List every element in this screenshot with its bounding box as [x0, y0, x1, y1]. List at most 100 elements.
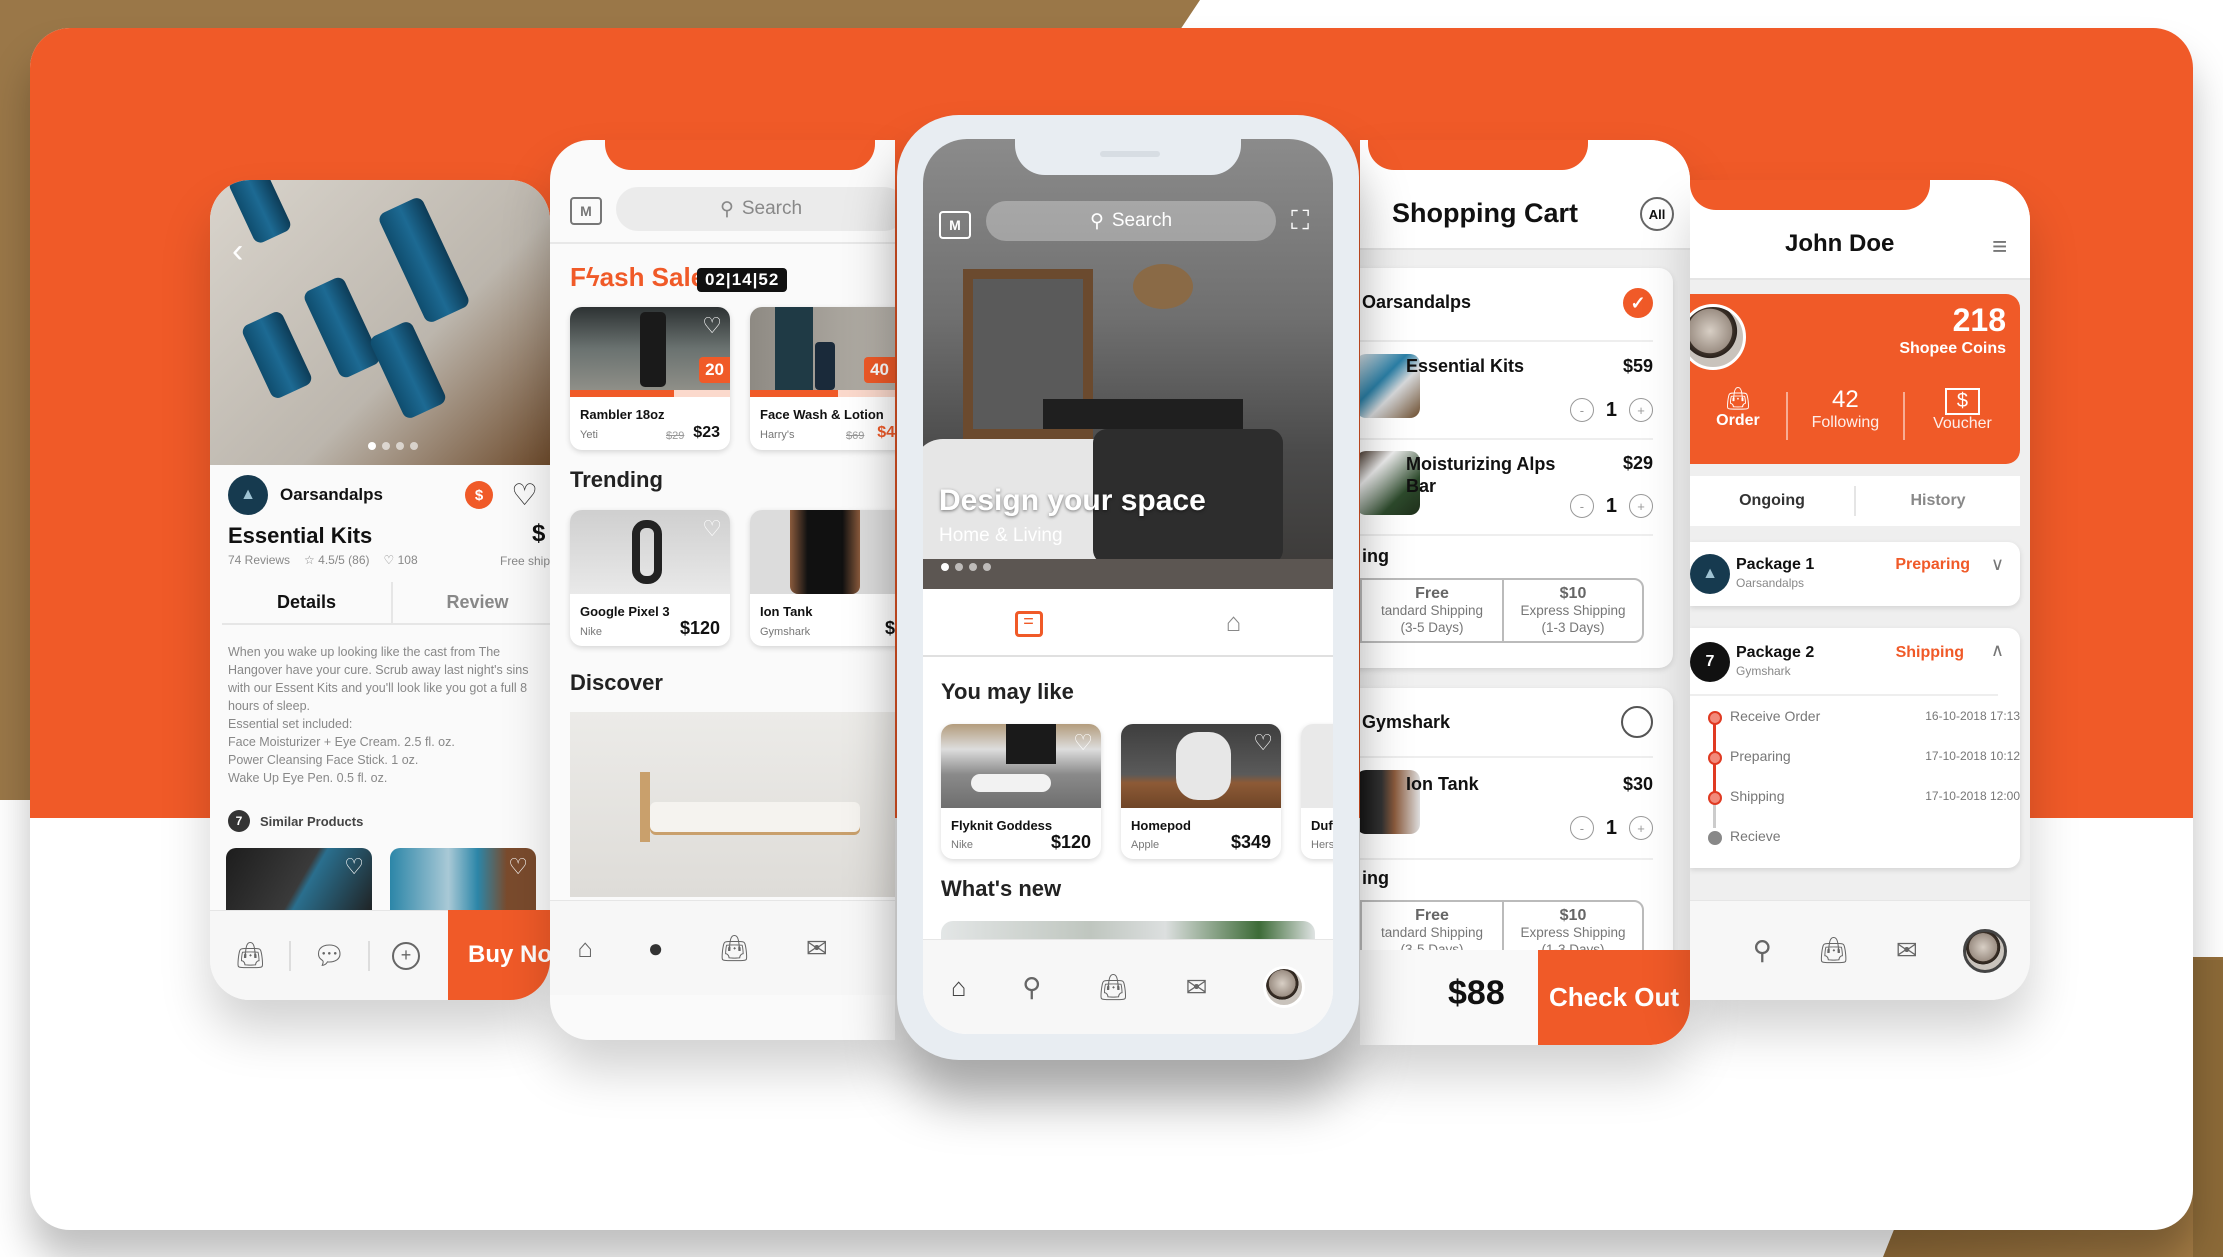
shipping-option-express[interactable]: $10Express Shipping(1-3 Days) — [1502, 580, 1642, 641]
profile-avatar-nav[interactable] — [1263, 966, 1306, 1008]
stat-voucher[interactable]: $ Voucher — [1905, 386, 2020, 446]
similar-products-label[interactable]: Similar Products — [260, 814, 363, 829]
package-title: Package 2 — [1736, 644, 1815, 661]
profile-avatar-nav[interactable] — [1963, 928, 2008, 973]
shop-logo: 7 — [1690, 642, 1730, 682]
check-out-button[interactable]: Check Out — [1538, 950, 1690, 1045]
timeline-dot — [1708, 791, 1722, 805]
store-icon[interactable]: ⌂ — [1226, 607, 1242, 655]
increase-button[interactable]: + — [1629, 816, 1653, 840]
shop-selected-checkbox[interactable]: ✓ — [1623, 288, 1653, 318]
bag-icon[interactable]: 👜︎ — [1817, 935, 1850, 966]
avatar[interactable] — [1690, 304, 1746, 370]
home-icon[interactable]: ⌂ — [577, 933, 593, 964]
search-icon[interactable]: ⚲ — [1022, 972, 1041, 1003]
timeline-row: Receive Order 16-10-2018 17:13 — [1730, 708, 2020, 724]
carousel-dot[interactable] — [410, 442, 418, 450]
shop-unselected-checkbox[interactable] — [1621, 706, 1653, 738]
recommended-item-card[interactable]: Duff Hers — [1301, 724, 1333, 859]
buy-now-button[interactable]: Buy Now — [448, 910, 550, 1000]
bag-icon[interactable]: 👜︎ — [234, 940, 267, 971]
search-input[interactable]: ⚲ Search — [986, 201, 1276, 241]
flash-item-card[interactable]: 40 Face Wash & Lotion Harry's $69 $4 — [750, 307, 895, 450]
carousel-dot[interactable] — [382, 442, 390, 450]
heart-icon[interactable]: ♡ — [508, 854, 528, 880]
you-may-like-title: You may like — [941, 679, 1074, 704]
bag-icon[interactable]: 👜︎ — [718, 933, 751, 964]
carousel-dot[interactable] — [941, 563, 949, 571]
carousel-dot[interactable] — [396, 442, 404, 450]
decrease-button[interactable]: - — [1569, 816, 1594, 840]
scan-icon[interactable]: ⛶ — [1291, 205, 1309, 237]
package-card[interactable]: ▲ Package 1 Oarsandalps Preparing ∨ — [1690, 542, 2020, 606]
select-all-button[interactable]: All — [1640, 197, 1674, 231]
package-card[interactable]: 7 Package 2 Gymshark Shipping ∧ Receive … — [1690, 628, 2020, 868]
like-count: 108 — [397, 553, 418, 567]
similar-product-thumb[interactable]: ♡ — [390, 848, 536, 918]
mail-icon[interactable]: ✉ — [806, 933, 828, 964]
product-title: Essential Kits — [228, 523, 373, 548]
mail-icon[interactable]: ✉ — [1896, 935, 1918, 966]
shipping-option-standard[interactable]: Freetandard Shipping(3-5 Days) — [1362, 580, 1502, 641]
discover-image[interactable] — [570, 712, 895, 897]
cart-shop-name[interactable]: Gymshark — [1362, 712, 1450, 733]
stat-following[interactable]: 42 Following — [1788, 386, 1903, 446]
heart-icon[interactable]: ♡ — [702, 313, 722, 339]
decrease-button[interactable]: - — [1569, 494, 1594, 518]
review-count[interactable]: 74 Reviews — [228, 553, 290, 567]
heart-icon[interactable]: ♡ — [1253, 730, 1273, 756]
home-icon[interactable]: ⌂ — [951, 972, 967, 1003]
app-logo[interactable]: M — [570, 197, 602, 225]
heart-icon[interactable]: ♡ — [511, 478, 538, 513]
back-arrow-icon[interactable]: ‹ — [232, 232, 243, 271]
package-shop: Oarsandalps — [1736, 576, 1805, 590]
bag-icon[interactable]: 👜︎ — [1097, 972, 1130, 1003]
decrease-button[interactable]: - — [1569, 398, 1594, 422]
carousel-dot[interactable] — [368, 442, 376, 450]
increase-button[interactable]: + — [1629, 398, 1653, 422]
search-icon[interactable]: ⚲ — [1753, 935, 1772, 966]
quantity-value: 1 — [1605, 398, 1617, 421]
recommended-item-card[interactable]: ♡ Homepod Apple $349 — [1121, 724, 1281, 859]
menu-icon[interactable]: ≡ — [1992, 233, 2007, 259]
similar-count-badge: 7 — [228, 810, 250, 832]
chevron-down-icon[interactable]: ∨ — [1991, 554, 2004, 575]
carousel-dot[interactable] — [983, 563, 991, 571]
flash-item-card[interactable]: ♡ 20 Rambler 18oz Yeti $29 $23 — [570, 307, 730, 450]
shop-logo[interactable]: ▲ — [228, 475, 268, 515]
stat-order[interactable]: 👜︎ Order — [1690, 386, 1786, 446]
coins-label: Shopee Coins — [1899, 340, 2006, 357]
old-price: $69 — [846, 430, 865, 442]
chat-icon[interactable]: 💬︎ — [313, 940, 346, 971]
heart-icon[interactable]: ♡ — [344, 854, 364, 880]
tab-history[interactable]: History — [1856, 492, 2020, 510]
chevron-up-icon[interactable]: ∧ — [1991, 640, 2004, 661]
timeline-row: Recieve — [1730, 828, 1781, 844]
similar-product-thumb[interactable]: ♡ — [226, 848, 372, 918]
recommended-item-card[interactable]: ♡ Flyknit Goddess Nike $120 — [941, 724, 1101, 859]
cart-item-price: $29 — [1622, 453, 1653, 473]
list-icon[interactable]: = — [1014, 611, 1043, 637]
search-icon[interactable]: ● — [648, 933, 664, 964]
home-feed-screen: M ⚲ Search Fϟash Sale 02|14|52 ♡ 20 Ramb… — [550, 140, 895, 1040]
trending-item-card[interactable]: Ion Tank Gymshark $30 — [750, 510, 895, 646]
increase-button[interactable]: + — [1629, 494, 1653, 518]
heart-icon[interactable]: ♡ — [702, 516, 722, 542]
tab-details[interactable]: Details — [222, 582, 391, 623]
coin-icon[interactable]: $ — [465, 481, 494, 509]
cart-shop-name[interactable]: Oarsandalps — [1362, 292, 1471, 313]
profile-summary-card: 218 Shopee Coins 👜︎ Order 42 Following $… — [1690, 294, 2020, 464]
carousel-dot[interactable] — [955, 563, 963, 571]
mail-icon[interactable]: ✉ — [1186, 972, 1208, 1003]
carousel-dot[interactable] — [969, 563, 977, 571]
tab-review[interactable]: Review — [391, 582, 550, 623]
phone-notch — [605, 140, 875, 170]
shop-name[interactable]: Oarsandalps — [280, 485, 383, 505]
heart-icon[interactable]: ♡ — [1073, 730, 1093, 756]
hero-title: Design your space — [939, 484, 1206, 517]
search-input[interactable]: ⚲ Search — [616, 187, 895, 231]
tab-ongoing[interactable]: Ongoing — [1690, 492, 1854, 510]
app-logo[interactable]: M — [939, 211, 971, 239]
add-icon[interactable]: + — [392, 941, 421, 970]
trending-item-card[interactable]: ♡ Google Pixel 3 Nike $120 — [570, 510, 730, 646]
